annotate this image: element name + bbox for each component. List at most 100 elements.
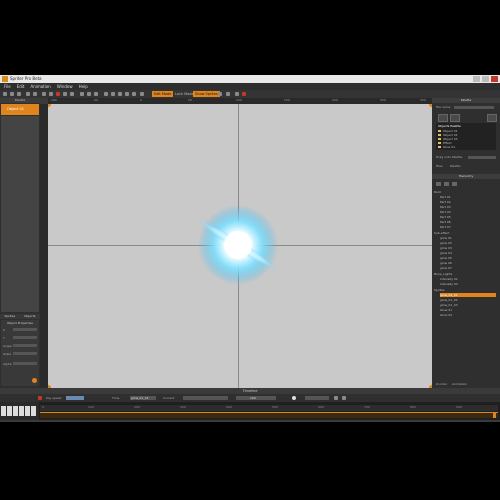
tab-z-order[interactable]: Z-order (436, 382, 447, 386)
prop-x-field[interactable] (13, 328, 37, 331)
tree-item[interactable]: glow 05 (440, 256, 452, 260)
edit-mode-button[interactable]: Edit Mode (152, 91, 174, 97)
tree-item[interactable]: Root (434, 190, 441, 194)
tree-item[interactable]: glow_01_02 (440, 298, 458, 302)
flip-icon[interactable] (94, 92, 98, 96)
tree-item[interactable]: Bone_Lights (434, 272, 452, 276)
menu-edit[interactable]: Edit (17, 84, 25, 89)
loop-toggle-icon[interactable] (31, 406, 36, 416)
new-point-icon[interactable] (452, 182, 457, 186)
new-bone-icon[interactable] (436, 182, 441, 186)
tree-item[interactable]: glow 02 (440, 241, 452, 245)
tree-item[interactable]: Sub-effect (434, 231, 449, 235)
tree-item[interactable]: Glow 01 (440, 308, 452, 312)
maximize-icon[interactable] (482, 76, 489, 82)
next-frame-icon[interactable] (19, 406, 24, 416)
new-icon[interactable] (3, 92, 7, 96)
fps-field[interactable] (305, 396, 329, 400)
duplicate-icon[interactable] (450, 114, 460, 122)
tree-item[interactable]: glow 01 (440, 236, 452, 240)
palette-name-field[interactable] (468, 156, 496, 159)
tab-sprites[interactable]: Sprites (5, 314, 15, 319)
move-icon[interactable] (49, 92, 53, 96)
layers-icon[interactable] (140, 92, 144, 96)
new-sprite-icon[interactable] (444, 182, 449, 186)
select-icon[interactable] (42, 92, 46, 96)
key-speed-slider[interactable] (66, 396, 84, 400)
timeline-ruler[interactable]: 0 100 200 300 400 500 600 700 800 900 (40, 405, 498, 411)
selected-object-item[interactable]: Object 01 (1, 104, 39, 115)
camera-icon[interactable] (125, 92, 129, 96)
rotate-icon[interactable] (63, 92, 67, 96)
menu-window[interactable]: Window (57, 84, 73, 89)
prop-angle-field[interactable] (13, 344, 37, 347)
zoom-out-icon[interactable] (111, 92, 115, 96)
object-list-area[interactable] (1, 116, 39, 312)
tree-item-selected[interactable]: glow_01_01 (440, 293, 496, 297)
tree-item[interactable]: Intensity 01 (440, 277, 458, 281)
help-icon[interactable] (226, 92, 230, 96)
image-icon[interactable] (87, 92, 91, 96)
scale-icon[interactable] (70, 92, 74, 96)
canvas-viewport[interactable] (48, 104, 432, 388)
menu-animation[interactable]: Animation (30, 84, 50, 89)
tree-item[interactable]: Glow 02 (440, 313, 452, 317)
tree-item[interactable]: Part 05 (440, 215, 451, 219)
open-icon[interactable] (10, 92, 14, 96)
tree-item[interactable]: glow 07 (440, 266, 452, 270)
prop-alpha-field[interactable] (13, 362, 37, 365)
tab-palette[interactable]: Palette (450, 164, 460, 168)
undo-icon[interactable] (26, 92, 30, 96)
prop-y-field[interactable] (13, 336, 37, 339)
add-key-icon[interactable] (334, 396, 338, 400)
tree-item[interactable]: Part 06 (440, 220, 451, 224)
last-frame-icon[interactable] (25, 406, 30, 416)
tree-item[interactable]: glow 06 (440, 261, 452, 265)
link-icon[interactable] (132, 92, 136, 96)
close-icon[interactable] (491, 76, 498, 82)
keyframe-track[interactable] (40, 412, 498, 418)
grid-icon[interactable] (118, 92, 122, 96)
menu-file[interactable]: File (4, 84, 11, 89)
first-frame-icon[interactable] (1, 406, 6, 416)
tree-item[interactable]: Part 02 (440, 200, 451, 204)
lock-mode-button[interactable]: Lock Mode (175, 91, 194, 97)
tab-objects[interactable]: Objects (24, 314, 35, 319)
record-icon[interactable] (56, 92, 60, 96)
tree-item[interactable]: Sprites (434, 288, 444, 292)
loop-icon[interactable] (292, 396, 296, 400)
save-icon[interactable] (17, 92, 21, 96)
tab-files[interactable]: Files (436, 164, 443, 168)
palette-item[interactable]: Glow 01 (438, 145, 455, 149)
record-key-icon[interactable] (38, 396, 42, 400)
play-icon[interactable] (13, 406, 18, 416)
tree-item[interactable]: glow 04 (440, 251, 452, 255)
prop-scale-field[interactable] (13, 352, 37, 355)
bone-icon[interactable] (80, 92, 84, 96)
pivot-icon[interactable] (32, 378, 37, 383)
zoom-in-icon[interactable] (104, 92, 108, 96)
tree-item[interactable]: Part 04 (440, 210, 451, 214)
tree-item[interactable]: glow_01_03 (440, 303, 458, 307)
objects-palette[interactable]: Objects Palette Object 01 Object 02 Obje… (436, 123, 496, 150)
file-name-field[interactable] (454, 106, 494, 109)
current-field[interactable] (183, 396, 228, 400)
prev-frame-icon[interactable] (7, 406, 12, 416)
minimize-icon[interactable] (473, 76, 480, 82)
glow-effect-sprite[interactable] (48, 104, 432, 388)
show-sprites-button[interactable]: Show Sprites (193, 91, 220, 97)
menu-help[interactable]: Help (79, 84, 88, 89)
tree-item[interactable]: Part 01 (440, 195, 451, 199)
end-key-marker[interactable] (493, 412, 496, 418)
frame-field[interactable] (236, 396, 276, 400)
tree-item[interactable]: Part 07 (440, 225, 451, 229)
settings-icon[interactable] (218, 92, 222, 96)
refresh-icon[interactable] (487, 114, 497, 122)
marker-icon[interactable] (242, 92, 246, 96)
redo-icon[interactable] (33, 92, 37, 96)
tree-item[interactable]: glow 03 (440, 246, 452, 250)
tree-item[interactable]: Part 03 (440, 205, 451, 209)
expand-icon[interactable] (235, 92, 239, 96)
add-icon[interactable] (438, 114, 448, 122)
delete-key-icon[interactable] (342, 396, 346, 400)
